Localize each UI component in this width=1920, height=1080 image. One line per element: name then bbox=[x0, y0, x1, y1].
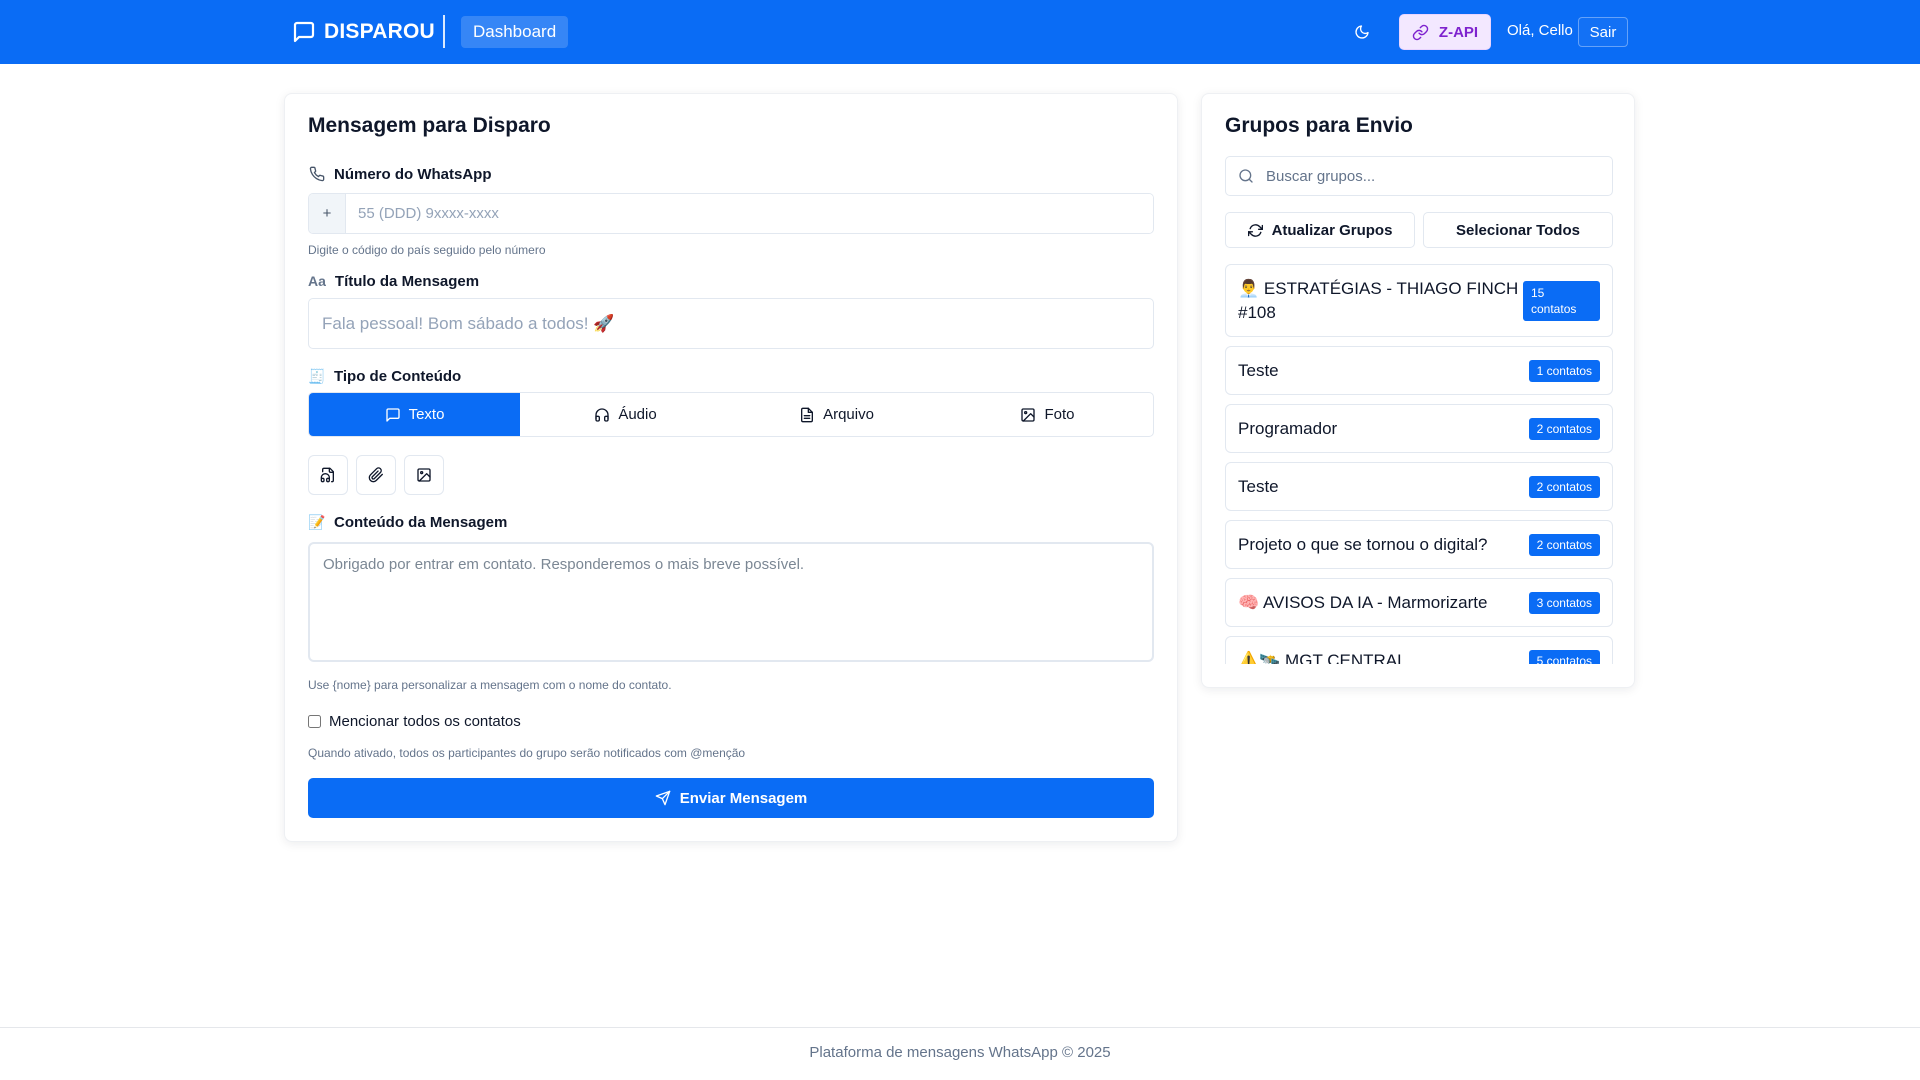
group-list[interactable]: 👨‍💼 ESTRATÉGIAS - THIAGO FINCH #108 15 c… bbox=[1225, 264, 1613, 664]
logout-button[interactable]: Sair bbox=[1578, 17, 1628, 47]
group-name: Programador bbox=[1238, 418, 1338, 438]
phone-label-text: Número do WhatsApp bbox=[334, 165, 492, 183]
brand-name: DISPAROU bbox=[324, 20, 435, 43]
content-type-label-text: Tipo de Conteúdo bbox=[334, 367, 462, 385]
user-greeting: Olá, Cello bbox=[1507, 22, 1573, 39]
group-item[interactable]: Teste 2 contatos bbox=[1225, 462, 1613, 511]
message-form-title: Mensagem para Disparo bbox=[308, 114, 551, 137]
mention-all-checkbox[interactable] bbox=[308, 715, 321, 728]
message-form-card: Mensagem para Disparo Número do WhatsApp… bbox=[284, 93, 1178, 842]
send-message-label: Enviar Mensagem bbox=[679, 789, 808, 807]
memo-icon: 📝 bbox=[308, 513, 326, 530]
link-icon bbox=[1412, 24, 1429, 40]
send-icon bbox=[655, 790, 671, 806]
group-name: Projeto o que se tornou o digital? bbox=[1238, 534, 1488, 554]
brand-logo[interactable]: DISPAROU bbox=[292, 18, 435, 46]
phone-input-group: + bbox=[308, 193, 1154, 234]
group-count-badge: 3 contatos bbox=[1528, 591, 1600, 614]
tab-foto[interactable]: Foto bbox=[942, 393, 1153, 436]
tab-arquivo[interactable]: Arquivo bbox=[731, 393, 942, 436]
groups-card: Grupos para Envio Atualizar Grupos Selec… bbox=[1201, 93, 1635, 688]
group-item[interactable]: 🧠 AVISOS DA IA - Marmorizarte 3 contatos bbox=[1225, 578, 1613, 627]
attach-file-button[interactable] bbox=[356, 455, 396, 495]
attach-image-button[interactable] bbox=[404, 455, 444, 495]
message-title-label-text: Título da Mensagem bbox=[334, 272, 480, 290]
zapi-label: Z-API bbox=[1438, 23, 1479, 41]
message-title-input[interactable] bbox=[308, 298, 1154, 349]
headphones-icon bbox=[595, 407, 609, 422]
phone-input[interactable] bbox=[346, 194, 1153, 233]
group-name: Teste bbox=[1238, 360, 1279, 380]
group-search-input[interactable] bbox=[1266, 157, 1612, 195]
group-item[interactable]: Programador 2 contatos bbox=[1225, 404, 1613, 453]
phone-label: Número do WhatsApp bbox=[308, 165, 492, 183]
group-count-badge: 5 contatos bbox=[1528, 649, 1600, 664]
mention-all-label: Mencionar todos os contatos bbox=[329, 713, 521, 730]
tab-audio-label: Áudio bbox=[618, 406, 657, 423]
phone-icon bbox=[308, 165, 326, 183]
file-icon bbox=[801, 407, 814, 422]
group-count-badge: 2 contatos bbox=[1528, 533, 1600, 556]
group-item[interactable]: Teste 1 contatos bbox=[1225, 346, 1613, 395]
content-type-label: 🧾 Tipo de Conteúdo bbox=[308, 367, 461, 385]
message-title-label: Aa Título da Mensagem bbox=[308, 272, 479, 290]
group-count-badge: 2 contatos bbox=[1528, 475, 1600, 498]
group-name: 🧠 AVISOS DA IA - Marmorizarte bbox=[1238, 592, 1488, 612]
tab-arquivo-label: Arquivo bbox=[823, 406, 874, 423]
group-item[interactable]: 👨‍💼 ESTRATÉGIAS - THIAGO FINCH #108 15 c… bbox=[1225, 264, 1613, 337]
message-content-label-text: Conteúdo da Mensagem bbox=[334, 513, 508, 531]
phone-hint: Digite o código do país seguido pelo núm… bbox=[308, 243, 546, 257]
top-navbar: DISPAROU Dashboard Z-API Olá, Cello Sair bbox=[0, 0, 1920, 64]
footer-divider bbox=[0, 1027, 1920, 1028]
content-type-tabs: Texto Áudio Arquivo Foto bbox=[308, 392, 1154, 437]
refresh-groups-label: Atualizar Grupos bbox=[1271, 221, 1393, 239]
message-square-icon bbox=[293, 21, 315, 43]
groups-title: Grupos para Envio bbox=[1225, 114, 1413, 137]
tab-texto-label: Texto bbox=[408, 406, 445, 423]
image-icon bbox=[417, 468, 431, 482]
moon-icon bbox=[1355, 25, 1369, 39]
group-name: ⚠️🛰️ MGT CENTRAL bbox=[1238, 650, 1407, 665]
mention-hint: Quando ativado, todos os participantes d… bbox=[308, 746, 746, 760]
header-divider bbox=[443, 15, 445, 48]
group-item[interactable]: Projeto o que se tornou o digital? 2 con… bbox=[1225, 520, 1613, 569]
group-name: 👨‍💼 ESTRATÉGIAS - THIAGO FINCH #108 bbox=[1238, 278, 1519, 322]
footer-text: Plataforma de mensagens WhatsApp © 2025 bbox=[809, 1044, 1111, 1061]
group-search-box bbox=[1225, 156, 1613, 196]
refresh-groups-button[interactable]: Atualizar Grupos bbox=[1225, 212, 1415, 248]
theme-toggle-button[interactable] bbox=[1350, 20, 1374, 44]
group-count-badge: 1 contatos bbox=[1528, 359, 1600, 382]
tab-texto[interactable]: Texto bbox=[309, 393, 520, 436]
file-audio-icon bbox=[320, 467, 334, 483]
image-icon bbox=[1021, 407, 1036, 422]
text-size-icon: Aa bbox=[308, 273, 326, 289]
zapi-button[interactable]: Z-API bbox=[1399, 14, 1491, 50]
paperclip-icon bbox=[368, 467, 383, 483]
tab-audio[interactable]: Áudio bbox=[520, 393, 731, 436]
audio-file-button[interactable] bbox=[308, 455, 348, 495]
receipt-icon: 🧾 bbox=[308, 367, 326, 384]
select-all-button[interactable]: Selecionar Todos bbox=[1423, 212, 1613, 248]
group-item[interactable]: ⚠️🛰️ MGT CENTRAL 5 contatos bbox=[1225, 636, 1613, 664]
group-count-badge: 15 contatos bbox=[1523, 280, 1600, 321]
phone-prefix: + bbox=[309, 194, 346, 233]
search-icon bbox=[1239, 169, 1253, 183]
message-content-textarea[interactable] bbox=[308, 542, 1154, 662]
mention-all-row[interactable]: Mencionar todos os contatos bbox=[308, 713, 521, 730]
message-content-label: 📝 Conteúdo da Mensagem bbox=[308, 513, 507, 531]
group-count-badge: 2 contatos bbox=[1528, 417, 1600, 440]
refresh-icon bbox=[1247, 223, 1263, 237]
message-icon bbox=[385, 407, 400, 422]
group-name: Teste bbox=[1238, 476, 1279, 496]
nav-dashboard-link[interactable]: Dashboard bbox=[461, 16, 569, 48]
tab-foto-label: Foto bbox=[1044, 406, 1075, 423]
message-content-hint: Use {nome} para personalizar a mensagem … bbox=[308, 678, 672, 692]
send-message-button[interactable]: Enviar Mensagem bbox=[308, 778, 1154, 818]
